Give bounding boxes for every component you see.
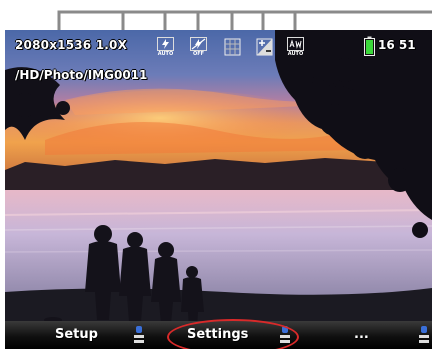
flash-off-tag: OFF (192, 51, 205, 57)
exposure-compensation-icon (256, 37, 273, 57)
white-balance-auto-icon: AUTO (287, 37, 304, 57)
file-path-label: /HD/Photo/IMG0011 (15, 68, 148, 82)
camera-screen-frame: 2080x1536 1.0X /HD/Photo/IMG0011 AUTO OF… (0, 0, 432, 349)
side-button-icon[interactable] (279, 324, 293, 346)
resolution-zoom-readout: 2080x1536 1.0X (15, 38, 128, 52)
white-balance-tag: AUTO (287, 51, 304, 57)
clock-readout: 16 51 (378, 38, 416, 52)
battery-full-icon (364, 36, 375, 56)
setup-menu-item[interactable]: Setup (55, 327, 98, 342)
auto-flash-tag: AUTO (157, 51, 174, 57)
side-button-icon[interactable] (133, 324, 147, 346)
auto-flash-icon: AUTO (157, 37, 174, 57)
grid-icon (224, 37, 241, 57)
flash-off-icon: OFF (190, 37, 207, 57)
more-menu-item[interactable]: ... (354, 327, 369, 342)
side-button-icon[interactable] (418, 324, 432, 346)
settings-menu-item[interactable]: Settings (187, 327, 248, 342)
